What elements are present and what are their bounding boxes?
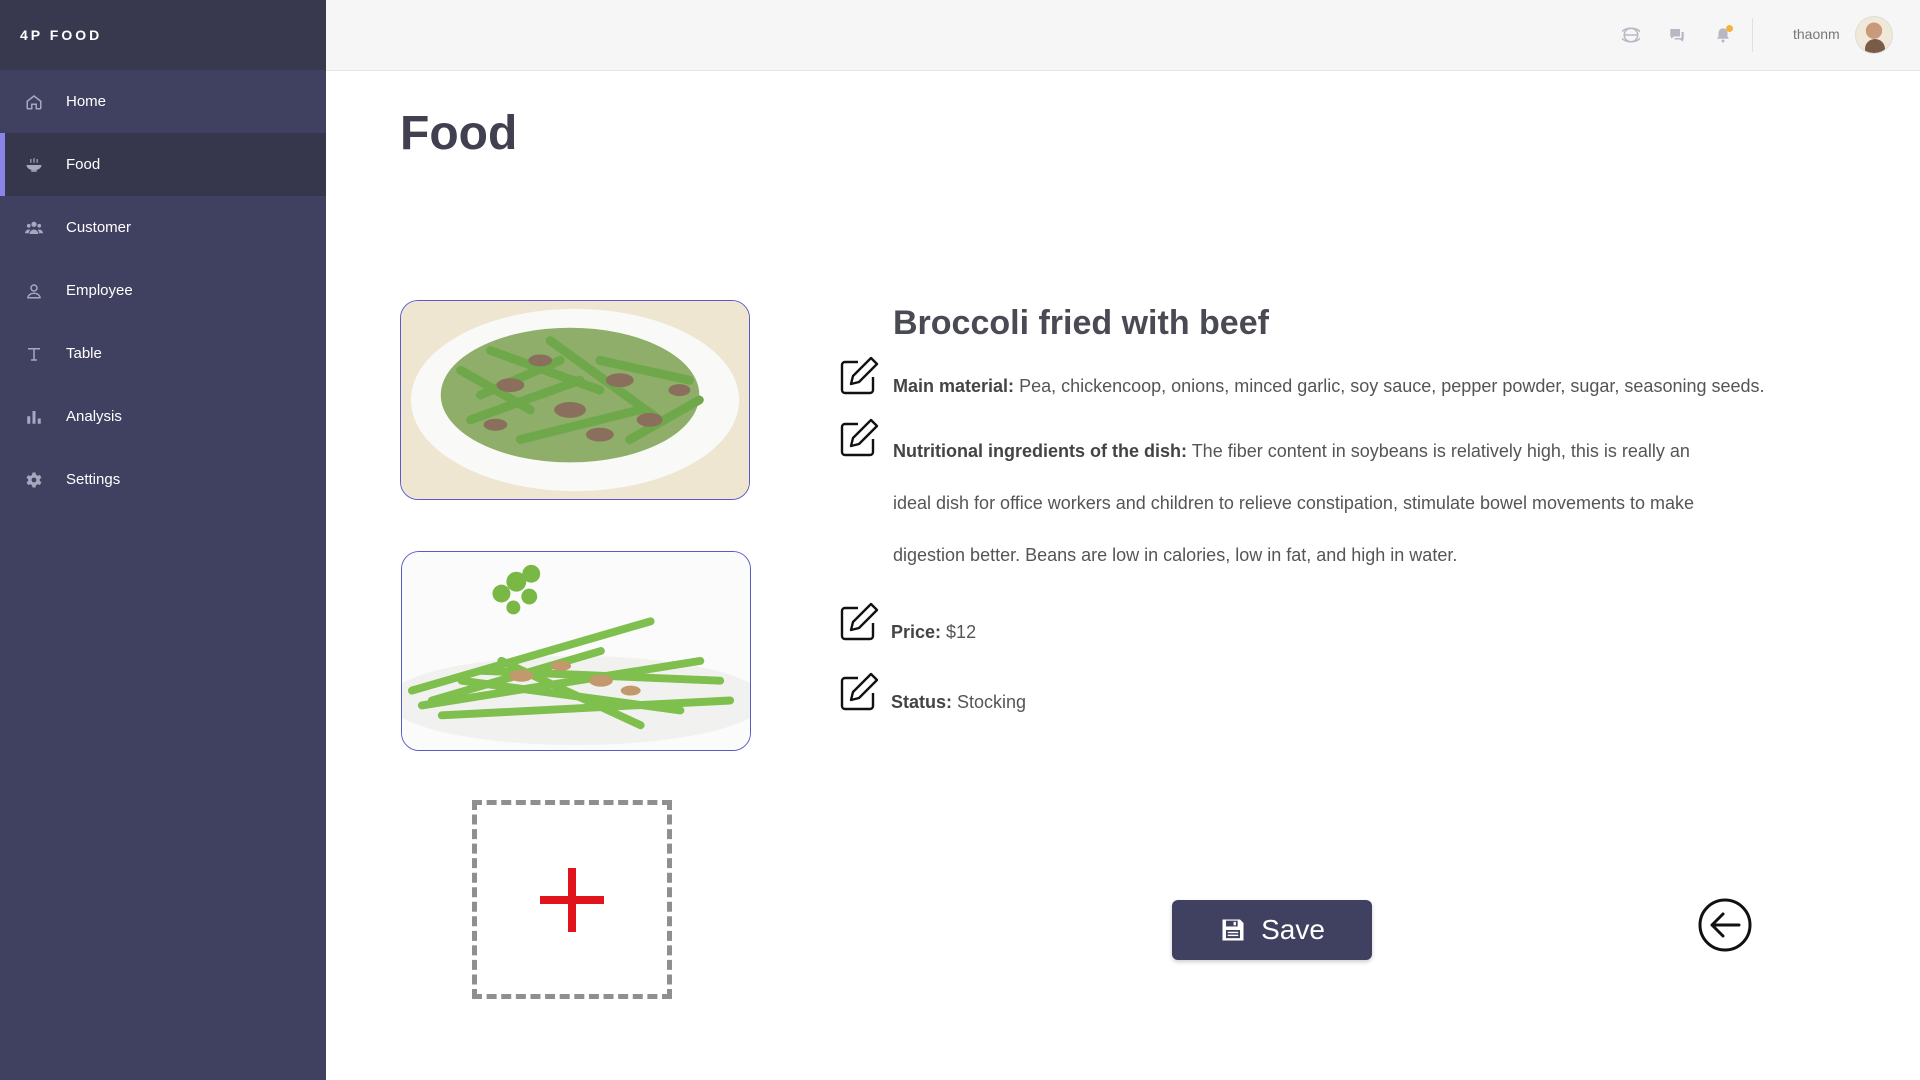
save-button-label: Save: [1261, 914, 1325, 945]
notification-badge: [1726, 25, 1733, 32]
sidebar-item-label: Home: [66, 93, 107, 110]
plus-icon: [540, 867, 604, 932]
page-title: Food: [400, 107, 518, 160]
food-name: Broccoli fried with beef: [893, 304, 1269, 342]
divider: [1752, 18, 1753, 52]
avatar[interactable]: [1855, 16, 1893, 54]
nutritional-ingredients: Nutritional ingredients of the dish: The…: [893, 425, 1723, 581]
chat-icon[interactable]: [1666, 24, 1688, 46]
gear-icon: [24, 470, 44, 490]
status-value: Stocking: [957, 692, 1027, 712]
food-image[interactable]: [400, 300, 750, 500]
sidebar-item-label: Analysis: [66, 408, 122, 425]
status-label: Status:: [891, 692, 953, 712]
floppy-disk-icon: [1222, 919, 1244, 941]
bowl-icon: [24, 155, 44, 175]
sidebar-item-employee[interactable]: Employee: [0, 259, 326, 322]
food-image[interactable]: [401, 551, 751, 751]
sidebar-item-customer[interactable]: Customer: [0, 196, 326, 259]
price-value: $12: [946, 622, 977, 642]
sidebar: 4P FOOD Home Food Customer Employee Tabl…: [0, 0, 326, 1080]
save-button[interactable]: Save: [1172, 900, 1372, 960]
bell-icon[interactable]: [1712, 24, 1734, 46]
brand-logo[interactable]: 4P FOOD: [0, 0, 326, 70]
status: Status: Stocking: [891, 692, 1026, 713]
sidebar-item-label: Table: [66, 345, 102, 362]
sidebar-item-analysis[interactable]: Analysis: [0, 385, 326, 448]
price-label: Price:: [891, 622, 942, 642]
arrow-left-circle-icon: [1698, 898, 1752, 952]
price: Price: $12: [891, 622, 976, 643]
sidebar-item-label: Settings: [66, 471, 121, 488]
home-icon: [24, 92, 44, 112]
main-material-label: Main material:: [893, 376, 1015, 396]
username[interactable]: thaonm: [1793, 26, 1840, 42]
edit-icon[interactable]: [838, 417, 880, 459]
sidebar-item-home[interactable]: Home: [0, 70, 326, 133]
nutrition-label: Nutritional ingredients of the dish:: [893, 441, 1187, 461]
back-button[interactable]: [1697, 897, 1753, 953]
main-material: Main material: Pea, chickencoop, onions,…: [893, 376, 1765, 397]
add-image-button[interactable]: [472, 800, 672, 999]
edit-icon[interactable]: [838, 671, 880, 713]
sidebar-item-food[interactable]: Food: [0, 133, 326, 196]
sidebar-item-table[interactable]: Table: [0, 322, 326, 385]
sidebar-item-settings[interactable]: Settings: [0, 448, 326, 511]
sidebar-item-label: Employee: [66, 282, 133, 299]
user-icon: [24, 281, 44, 301]
edit-icon[interactable]: [838, 601, 880, 643]
sidebar-nav: Home Food Customer Employee Table Analys…: [0, 70, 326, 511]
users-icon: [24, 218, 44, 238]
text-icon: [24, 344, 44, 364]
sidebar-item-label: Food: [66, 156, 101, 173]
bar-chart-icon: [24, 407, 44, 427]
globe-icon[interactable]: [1620, 24, 1642, 46]
edit-icon[interactable]: [838, 355, 880, 397]
top-bar: thaonm: [326, 0, 1920, 71]
main-material-value: Pea, chickencoop, onions, minced garlic,…: [1019, 376, 1765, 396]
sidebar-item-label: Customer: [66, 219, 132, 236]
